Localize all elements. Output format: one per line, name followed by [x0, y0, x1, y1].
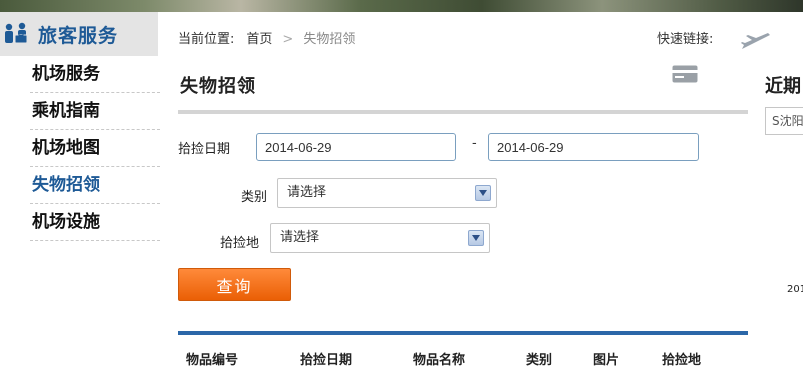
- breadcrumb-prefix: 当前位置:: [178, 32, 235, 47]
- recent-title: 近期: [765, 76, 801, 97]
- sidebar-title: 旅客服务: [38, 24, 119, 47]
- breadcrumb-separator: >: [282, 32, 294, 47]
- recent-date-text: 201: [787, 284, 803, 295]
- column-item-name: 物品名称: [413, 353, 466, 368]
- date-from-input[interactable]: [256, 133, 456, 161]
- recent-panel: 近期 S沈阳 201: [756, 12, 803, 383]
- page-title-row: 失物招领: [178, 58, 748, 114]
- sidebar: 旅客服务 机场服务 乘机指南 机场地图 失物招领 机场设施: [0, 12, 160, 241]
- breadcrumb: 当前位置: 首页 > 失物招领: [178, 28, 355, 47]
- hero-image-strip: [0, 0, 803, 12]
- sidebar-menu: 机场服务 乘机指南 机场地图 失物招领 机场设施: [0, 56, 160, 241]
- column-item-number: 物品编号: [186, 353, 239, 368]
- breadcrumb-bar: 当前位置: 首页 > 失物招领 快速链接:: [178, 12, 770, 58]
- sidebar-item-boarding-guide[interactable]: 乘机指南: [30, 93, 160, 130]
- pickup-location-label: 拾捡地: [220, 236, 260, 251]
- column-category: 类别: [526, 353, 553, 368]
- location-select[interactable]: 请选择: [270, 223, 490, 253]
- category-select-value: 请选择: [287, 185, 327, 200]
- chevron-down-icon[interactable]: [475, 185, 491, 201]
- recent-airport-select[interactable]: S沈阳: [765, 107, 803, 135]
- sidebar-item-airport-services[interactable]: 机场服务: [30, 56, 160, 93]
- sidebar-item-airport-facilities[interactable]: 机场设施: [30, 204, 160, 241]
- pickup-date-label: 拾捡日期: [178, 142, 231, 157]
- passengers-icon: [5, 22, 28, 44]
- results-table-header: 物品编号 拾捡日期 物品名称 类别 图片 拾捡地: [178, 331, 748, 375]
- breadcrumb-home-link[interactable]: 首页: [246, 32, 272, 47]
- date-to-input[interactable]: [488, 133, 699, 161]
- chevron-down-icon[interactable]: [468, 230, 484, 246]
- category-select[interactable]: 请选择: [277, 178, 497, 208]
- column-pickup-date: 拾捡日期: [300, 353, 353, 368]
- column-pickup-location: 拾捡地: [662, 353, 702, 368]
- breadcrumb-current: 失物招领: [303, 32, 356, 47]
- sidebar-header: 旅客服务: [0, 12, 158, 56]
- category-label: 类别: [241, 190, 268, 205]
- sidebar-item-airport-map[interactable]: 机场地图: [30, 130, 160, 167]
- query-button[interactable]: 查询: [178, 268, 291, 301]
- date-range-separator: -: [472, 136, 477, 151]
- column-image: 图片: [593, 353, 620, 368]
- main-content: 当前位置: 首页 > 失物招领 快速链接: 失物招领 拾捡日期 - 类别 请选择 拾捡…: [178, 12, 770, 368]
- location-select-value: 请选择: [280, 230, 320, 245]
- sidebar-item-lost-and-found[interactable]: 失物招领: [30, 167, 160, 204]
- quick-links-label: 快速链接:: [657, 32, 714, 47]
- page-title: 失物招领: [180, 76, 256, 97]
- card-icon: [672, 65, 698, 83]
